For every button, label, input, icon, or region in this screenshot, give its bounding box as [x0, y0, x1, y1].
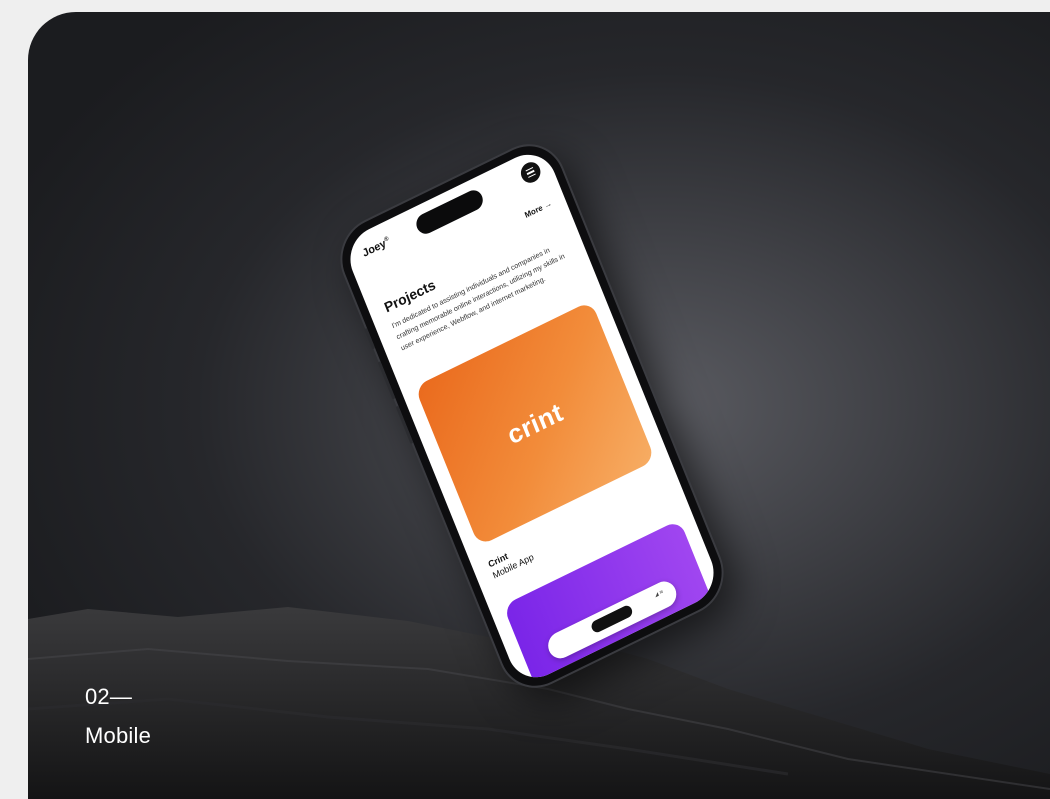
hamburger-menu-icon[interactable] — [517, 158, 544, 187]
caption-number: 02— — [85, 684, 133, 709]
signal-icon: ◢ ≋ — [653, 588, 665, 599]
dynamic-island — [413, 186, 486, 238]
more-link[interactable]: More → — [523, 199, 553, 220]
brand-mark: ® — [383, 235, 390, 244]
crint-logo: crint — [502, 396, 567, 450]
brand-logo[interactable]: Joey® — [361, 236, 392, 260]
project-card-crint[interactable]: crint — [414, 300, 656, 547]
caption-label: Mobile — [85, 723, 152, 748]
